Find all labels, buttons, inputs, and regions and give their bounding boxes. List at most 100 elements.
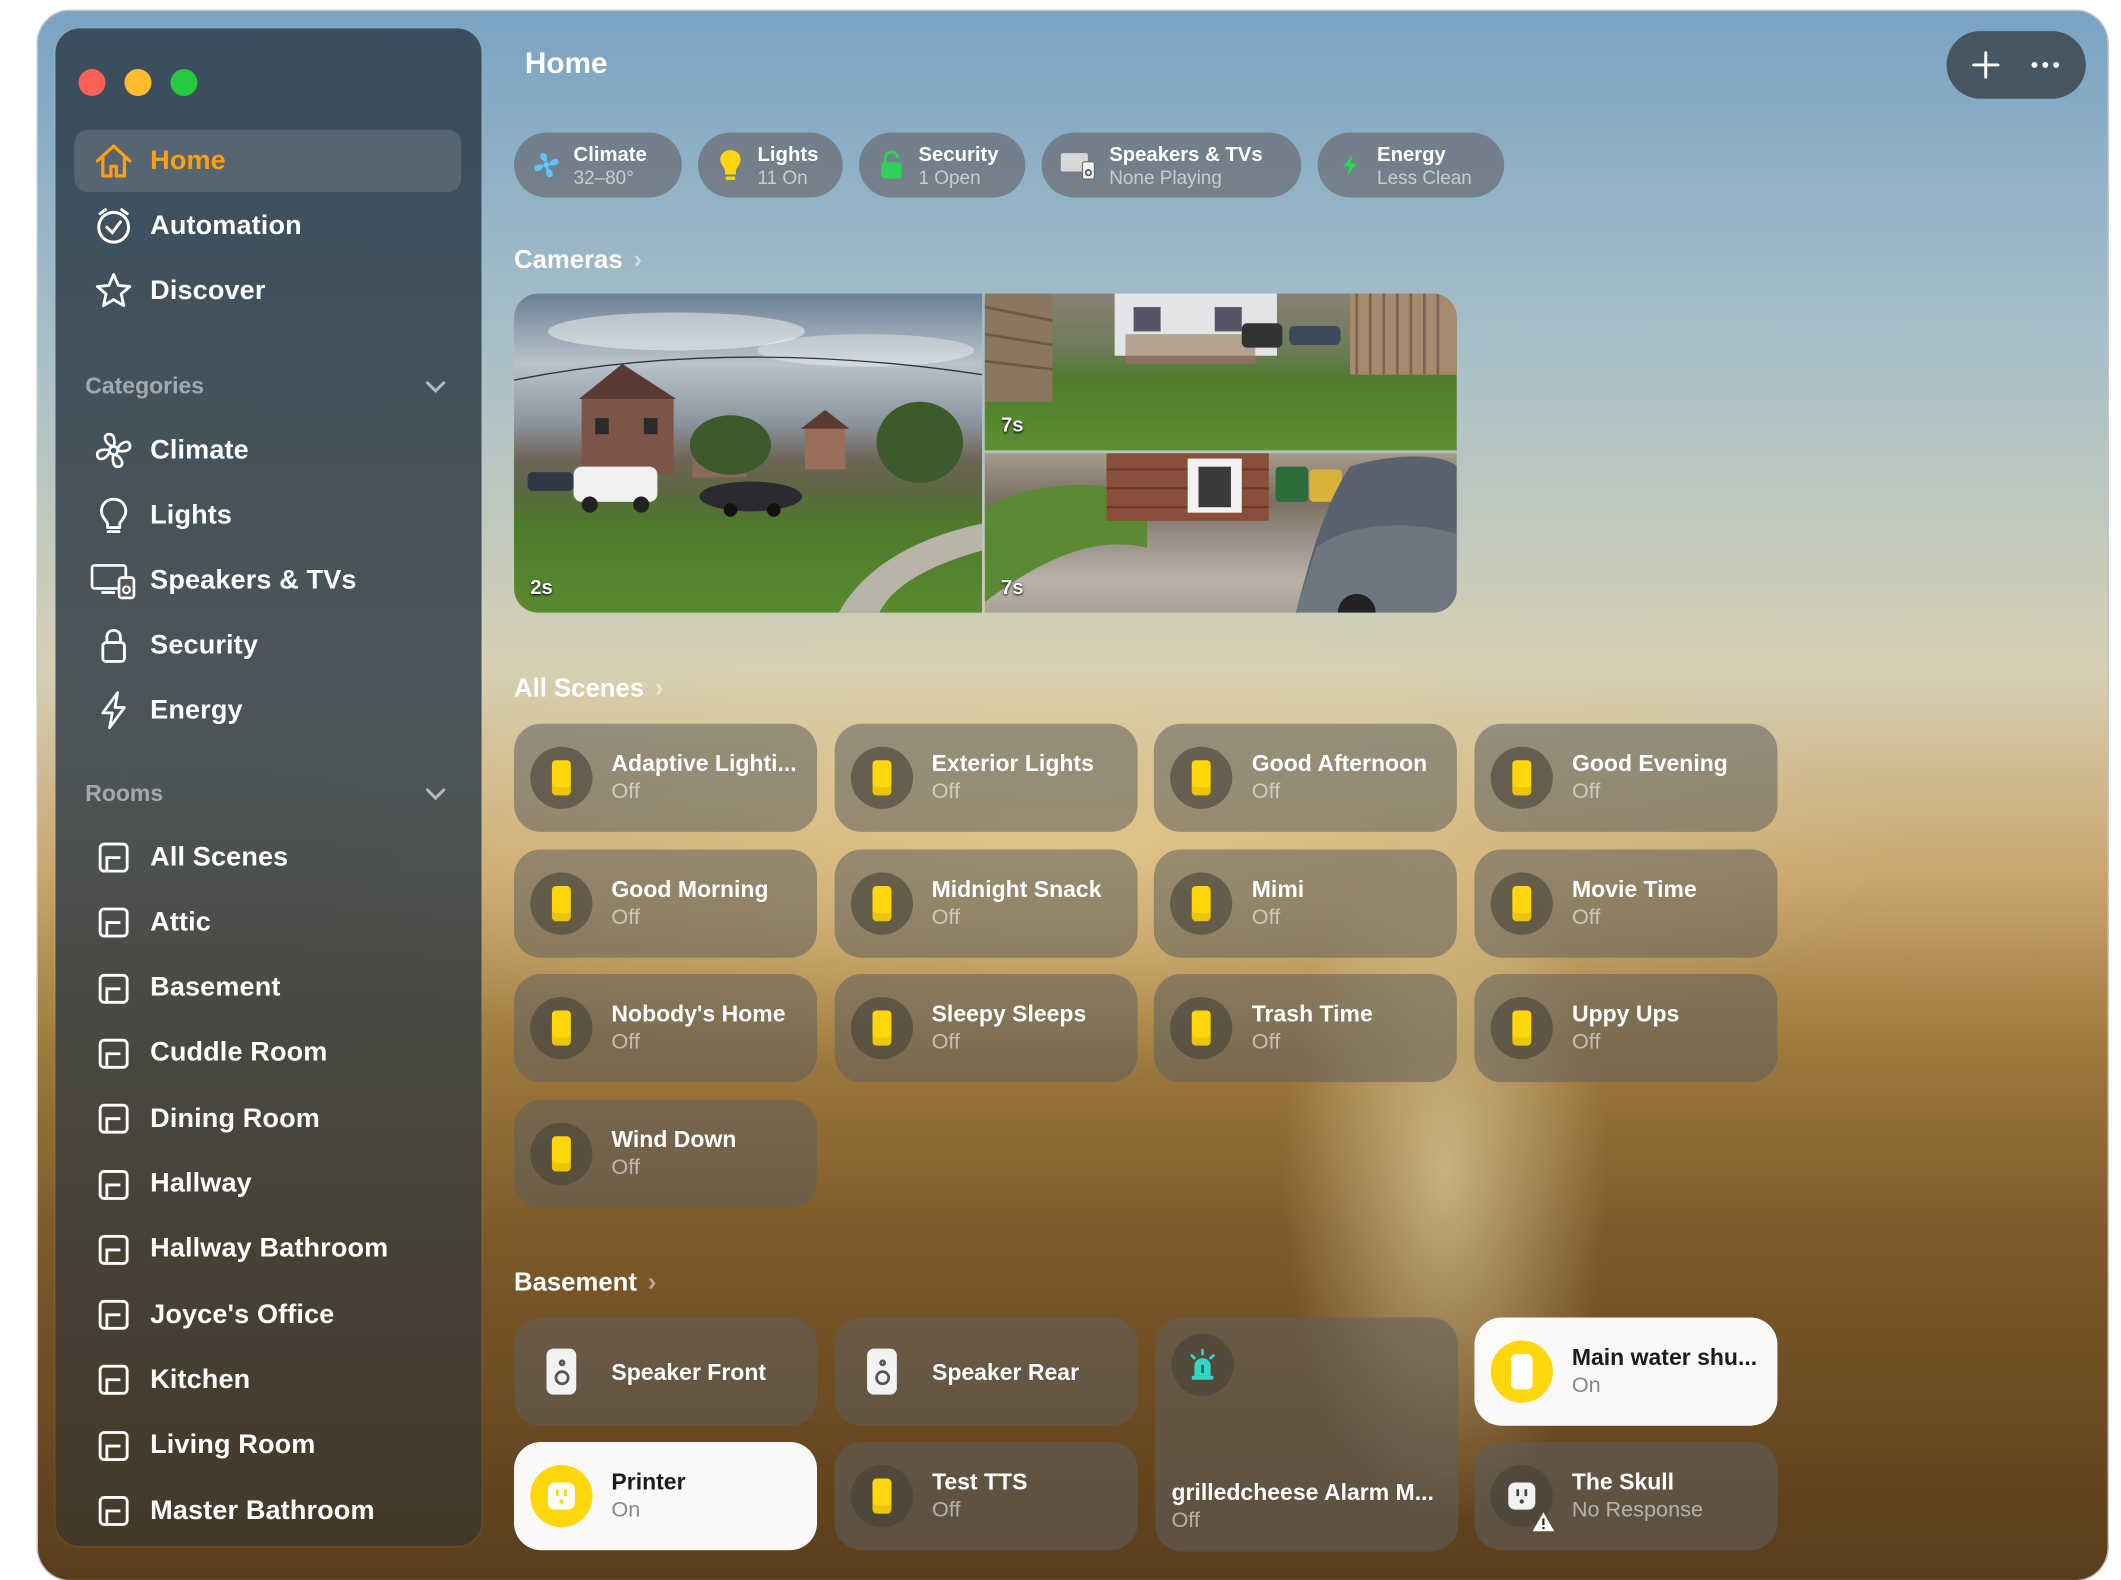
speaker-icon [851, 1341, 913, 1403]
scene-bulb-icon [1490, 996, 1554, 1060]
close-window-button[interactable] [78, 68, 106, 97]
scene-tile[interactable]: Movie Time Off [1474, 848, 1778, 958]
valve-icon [1490, 1340, 1553, 1403]
summary-lights[interactable]: Lights 11 On [697, 132, 843, 198]
sidebar-item-room[interactable]: Kitchen [74, 1349, 461, 1411]
camera-age-label: 7s [1000, 576, 1024, 600]
lock-icon [91, 622, 137, 668]
accessory-tile[interactable]: Speaker Rear [834, 1317, 1138, 1426]
scene-name: Sleepy Sleeps [931, 1000, 1087, 1027]
sidebar-item-discover[interactable]: Discover [74, 260, 461, 322]
sidebar-item-lights[interactable]: Lights [74, 484, 461, 546]
room-icon [91, 965, 137, 1011]
accessory-name: grilledcheese Alarm M... [1171, 1479, 1434, 1506]
scene-tile[interactable]: Good Morning Off [514, 848, 818, 958]
summary-status: 11 On [757, 165, 808, 188]
accessory-tile[interactable]: Test TTS Off [834, 1441, 1138, 1551]
ellipsis-icon[interactable] [2027, 49, 2062, 81]
chevron-down-icon[interactable] [423, 375, 447, 399]
minimize-window-button[interactable] [124, 68, 152, 97]
sidebar-item-label: All Scenes [150, 842, 289, 872]
sidebar-item-label: Attic [150, 907, 211, 938]
room-icon [91, 900, 137, 946]
scene-tile[interactable]: Sleepy Sleeps Off [834, 973, 1138, 1083]
scene-tile[interactable]: Good Evening Off [1474, 723, 1778, 832]
summary-status: None Playing [1109, 165, 1222, 188]
sidebar-item-room[interactable]: All Scenes [74, 826, 461, 888]
sidebar-item-label: Kitchen [150, 1364, 251, 1395]
accessory-state: No Response [1571, 1498, 1703, 1522]
star-icon [91, 268, 137, 314]
basement-header[interactable]: Basement › [514, 1269, 656, 1299]
scene-state: Off [611, 780, 640, 804]
accessory-tile[interactable]: The Skull No Response [1474, 1441, 1778, 1551]
summary-status: Less Clean [1377, 165, 1472, 188]
camera-feed[interactable]: 7s [984, 293, 1457, 451]
sidebar-item-label: Climate [150, 434, 249, 465]
scene-name: Good Evening [1571, 750, 1728, 777]
sidebar-item-climate[interactable]: Climate [74, 419, 461, 481]
scene-tile[interactable]: Nobody's Home Off [514, 973, 818, 1083]
sidebar-item-room[interactable]: Dining Room [74, 1088, 461, 1150]
scene-name: Movie Time [1571, 875, 1697, 902]
sidebar-item-speakers-tvs[interactable]: Speakers & TVs [74, 549, 461, 611]
accessory-tile[interactable]: Printer On [514, 1441, 818, 1551]
accessory-name: Test TTS [932, 1469, 1028, 1495]
scene-tile[interactable]: Midnight Snack Off [834, 848, 1138, 958]
sidebar-item-automation[interactable]: Automation [74, 195, 461, 257]
sidebar-item-room[interactable]: Master Bathroom [74, 1480, 461, 1542]
categories-header: Categories [85, 373, 205, 400]
accessory-tile[interactable]: Main water shu... On [1474, 1317, 1778, 1426]
sidebar-item-room[interactable]: Joyce's Office [74, 1284, 461, 1346]
accessory-state: On [1571, 1374, 1601, 1398]
house-icon [91, 138, 137, 184]
room-icon [91, 1292, 137, 1338]
sidebar-item-label: Living Room [150, 1430, 316, 1460]
scene-tile[interactable]: Wind Down Off [514, 1099, 818, 1208]
sidebar-item-room[interactable]: Hallway [74, 1153, 461, 1215]
room-icon [91, 1357, 137, 1403]
scene-tile[interactable]: Exterior Lights Off [834, 723, 1138, 832]
scene-tile[interactable]: Adaptive Lighti... Off [514, 723, 818, 832]
sidebar-item-room[interactable]: Living Room [74, 1415, 461, 1477]
scene-name: Adaptive Lighti... [611, 750, 797, 777]
rooms-header: Rooms [85, 780, 164, 807]
sidebar-item-security[interactable]: Security [74, 614, 461, 676]
sidebar-item-room[interactable]: Cuddle Room [74, 1022, 461, 1084]
sidebar-item-energy[interactable]: Energy [74, 679, 461, 741]
scene-tile[interactable]: Mimi Off [1154, 848, 1458, 958]
summary-title: Energy [1377, 142, 1446, 166]
sidebar-item-room[interactable]: Hallway Bathroom [74, 1219, 461, 1281]
plus-icon[interactable] [1970, 49, 2002, 81]
sidebar-item-home[interactable]: Home [74, 129, 462, 193]
scene-state: Off [611, 1155, 640, 1179]
zoom-window-button[interactable] [170, 68, 198, 97]
summary-speakers-tvs[interactable]: Speakers & TVs None Playing [1041, 132, 1302, 198]
scene-state: Off [1571, 780, 1601, 804]
cameras-header[interactable]: Cameras › [514, 246, 642, 276]
sidebar-item-label: Automation [150, 210, 302, 241]
chevron-down-icon[interactable] [423, 782, 447, 806]
scene-name: Trash Time [1251, 1000, 1373, 1027]
scene-tile[interactable]: Good Afternoon Off [1154, 723, 1458, 832]
scene-bulb-icon [1170, 871, 1233, 935]
summary-climate[interactable]: Climate 32–80° [514, 132, 682, 198]
sidebar-item-room[interactable]: Attic [74, 892, 461, 954]
scene-state: Off [611, 905, 640, 929]
accessory-tile[interactable]: grilledcheese Alarm M... Off [1155, 1317, 1459, 1552]
bolt-icon [91, 687, 137, 733]
scene-tile[interactable]: Trash Time Off [1154, 973, 1458, 1083]
fan-icon [530, 149, 562, 181]
accessory-tile[interactable]: Speaker Front [514, 1317, 818, 1426]
all-scenes-header[interactable]: All Scenes › [514, 675, 663, 705]
summary-security[interactable]: Security 1 Open [858, 132, 1026, 198]
camera-feed[interactable]: 2s [514, 293, 983, 613]
chevron-right-icon: › [633, 246, 643, 275]
summary-energy[interactable]: Energy Less Clean [1317, 132, 1505, 198]
camera-feed[interactable]: 7s [984, 453, 1457, 613]
room-icon [91, 1423, 137, 1469]
scene-state: Off [1571, 1030, 1601, 1054]
scene-bulb-icon [530, 746, 593, 809]
sidebar-item-room[interactable]: Basement [74, 957, 461, 1019]
scene-tile[interactable]: Uppy Ups Off [1474, 973, 1778, 1083]
